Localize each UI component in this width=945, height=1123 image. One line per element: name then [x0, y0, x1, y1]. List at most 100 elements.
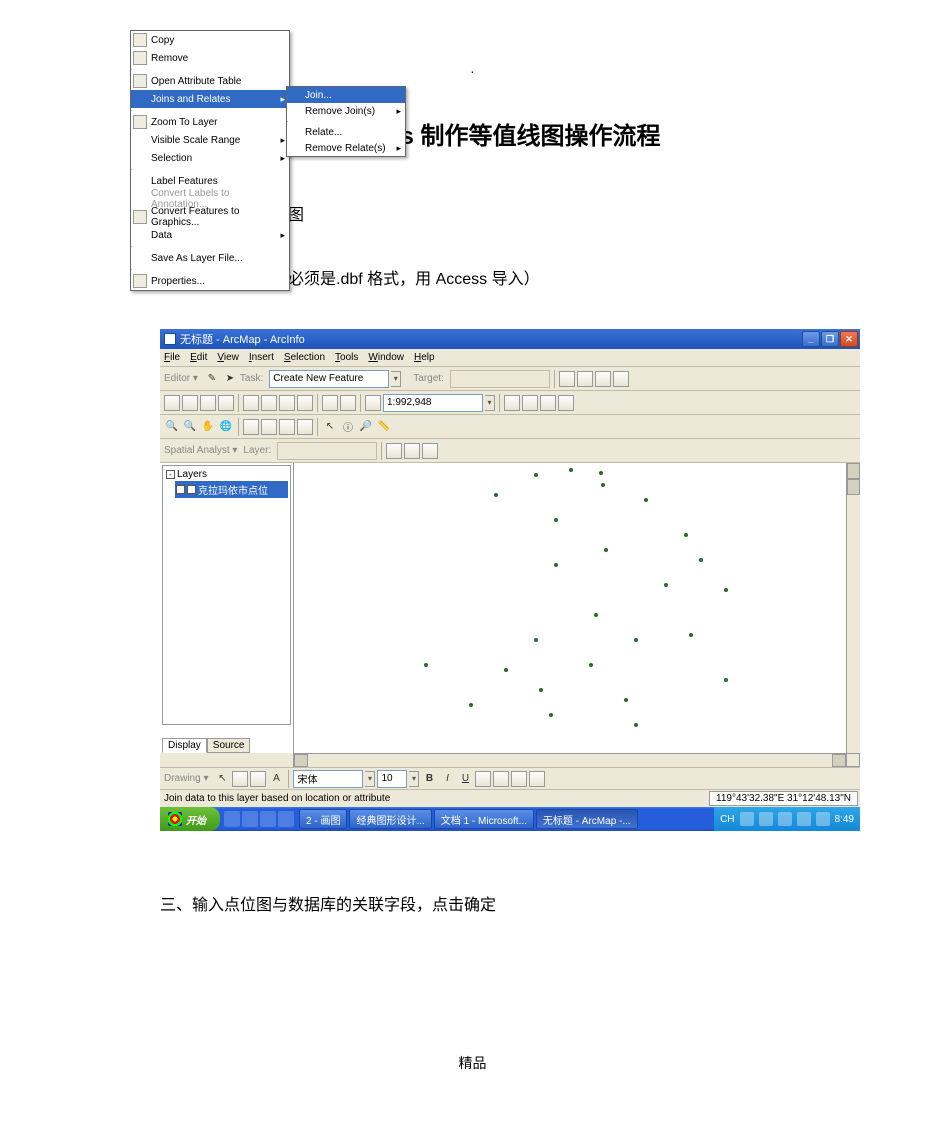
- toc-tab-source[interactable]: Source: [207, 738, 251, 753]
- tool-icon[interactable]: [504, 395, 520, 411]
- italic-icon[interactable]: I: [439, 771, 455, 787]
- expand-icon[interactable]: -: [166, 470, 175, 479]
- clock[interactable]: 8:49: [835, 814, 854, 825]
- tray-icon[interactable]: [740, 812, 754, 826]
- toc-tab-display[interactable]: Display: [162, 738, 207, 753]
- start-button[interactable]: 开始: [160, 807, 220, 831]
- scale-input[interactable]: 1:992,948: [383, 394, 483, 412]
- print-icon[interactable]: [218, 395, 234, 411]
- close-button[interactable]: ✕: [840, 331, 858, 347]
- ctx-scale-range[interactable]: Visible Scale Range▸: [131, 131, 289, 149]
- sub-join[interactable]: Join...: [287, 87, 405, 103]
- sub-relate[interactable]: Relate...: [287, 124, 405, 140]
- menu-selection[interactable]: Selection: [284, 352, 325, 363]
- select-icon[interactable]: ↖: [214, 771, 230, 787]
- menu-view[interactable]: View: [217, 352, 239, 363]
- ctx-copy[interactable]: Copy: [131, 31, 289, 49]
- sa-tool-icon[interactable]: [422, 443, 438, 459]
- tool-icon[interactable]: [559, 371, 575, 387]
- layer-item[interactable]: - ✓ 克拉玛依市点位: [175, 481, 288, 498]
- ctx-properties[interactable]: Properties...: [131, 272, 289, 290]
- ctx-convert-gfx[interactable]: Convert Features to Graphics...: [131, 208, 289, 226]
- zoom-in-icon[interactable]: 🔍: [164, 419, 180, 435]
- add-data-icon[interactable]: [365, 395, 381, 411]
- ctx-save-layer[interactable]: Save As Layer File...: [131, 249, 289, 267]
- font-color-icon[interactable]: [475, 771, 491, 787]
- paste-icon[interactable]: [279, 395, 295, 411]
- scale-combo-arrow[interactable]: ▾: [485, 395, 495, 411]
- zoom-out-icon[interactable]: 🔍: [182, 419, 198, 435]
- window-titlebar[interactable]: 无标题 - ArcMap - ArcInfo _ ❐ ✕: [160, 329, 860, 349]
- size-arrow[interactable]: ▾: [409, 771, 419, 787]
- ctx-data[interactable]: Data▸: [131, 226, 289, 244]
- menu-insert[interactable]: Insert: [249, 352, 274, 363]
- task-combo-arrow[interactable]: ▾: [391, 371, 401, 387]
- minimize-button[interactable]: _: [802, 331, 820, 347]
- tool-icon[interactable]: [613, 371, 629, 387]
- tool-icon[interactable]: [595, 371, 611, 387]
- task-combo[interactable]: Create New Feature: [269, 370, 389, 388]
- ql-icon[interactable]: [260, 811, 276, 827]
- marker-icon[interactable]: [250, 771, 266, 787]
- underline-icon[interactable]: U: [457, 771, 473, 787]
- delete-icon[interactable]: [297, 395, 313, 411]
- ctx-open-table[interactable]: Open Attribute Table: [131, 72, 289, 90]
- drawing-button[interactable]: Drawing ▾: [164, 773, 208, 784]
- editor-button[interactable]: Editor ▾: [164, 373, 198, 384]
- menu-help[interactable]: Help: [414, 352, 435, 363]
- save-icon[interactable]: [200, 395, 216, 411]
- ctx-joins-relates[interactable]: Joins and Relates▸: [131, 90, 289, 108]
- layer-combo[interactable]: [277, 442, 377, 460]
- nav-icon[interactable]: [279, 419, 295, 435]
- menu-window[interactable]: Window: [368, 352, 404, 363]
- help-icon[interactable]: [558, 395, 574, 411]
- taskbar-button[interactable]: 经典图形设计...: [349, 809, 431, 829]
- layers-root[interactable]: - Layers: [165, 468, 288, 481]
- ql-icon[interactable]: [224, 811, 240, 827]
- tray-icon[interactable]: [816, 812, 830, 826]
- ctx-remove[interactable]: Remove: [131, 49, 289, 67]
- expand-icon[interactable]: -: [176, 485, 185, 494]
- nav-icon[interactable]: [297, 419, 313, 435]
- arrow-icon[interactable]: ➤: [222, 371, 238, 387]
- new-icon[interactable]: [164, 395, 180, 411]
- ql-icon[interactable]: [278, 811, 294, 827]
- language-indicator[interactable]: CH: [720, 814, 734, 825]
- text-icon[interactable]: A: [268, 771, 284, 787]
- redo-icon[interactable]: [340, 395, 356, 411]
- fill-color-icon[interactable]: [493, 771, 509, 787]
- undo-icon[interactable]: [322, 395, 338, 411]
- map-canvas[interactable]: [294, 463, 846, 753]
- ctx-selection[interactable]: Selection▸: [131, 149, 289, 167]
- target-combo[interactable]: [450, 370, 550, 388]
- ctx-zoom-layer[interactable]: Zoom To Layer: [131, 113, 289, 131]
- spatial-analyst-button[interactable]: Spatial Analyst ▾: [164, 445, 237, 456]
- menu-edit[interactable]: Edit: [190, 352, 207, 363]
- font-combo[interactable]: 宋体: [293, 770, 363, 788]
- pan-icon[interactable]: ✋: [200, 419, 216, 435]
- marker-color-icon[interactable]: [529, 771, 545, 787]
- pencil-icon[interactable]: ✎: [204, 371, 220, 387]
- cut-icon[interactable]: [243, 395, 259, 411]
- rotate-icon[interactable]: [232, 771, 248, 787]
- open-icon[interactable]: [182, 395, 198, 411]
- ql-icon[interactable]: [242, 811, 258, 827]
- copy-icon[interactable]: [261, 395, 277, 411]
- bold-icon[interactable]: B: [421, 771, 437, 787]
- measure-icon[interactable]: 📏: [376, 419, 392, 435]
- sa-tool-icon[interactable]: [386, 443, 402, 459]
- full-extent-icon[interactable]: 🌐: [218, 419, 234, 435]
- nav-icon[interactable]: [261, 419, 277, 435]
- nav-icon[interactable]: [243, 419, 259, 435]
- find-icon[interactable]: 🔎: [358, 419, 374, 435]
- sa-tool-icon[interactable]: [404, 443, 420, 459]
- tool-icon[interactable]: [577, 371, 593, 387]
- select-icon[interactable]: ↖: [322, 419, 338, 435]
- taskbar-button[interactable]: 无标题 - ArcMap -...: [536, 809, 638, 829]
- toolbox-icon[interactable]: [540, 395, 556, 411]
- maximize-button[interactable]: ❐: [821, 331, 839, 347]
- sub-remove-relates[interactable]: Remove Relate(s)▸: [287, 140, 405, 156]
- checkbox-icon[interactable]: ✓: [187, 485, 196, 494]
- identify-icon[interactable]: ⓘ: [340, 419, 356, 435]
- tray-icon[interactable]: [778, 812, 792, 826]
